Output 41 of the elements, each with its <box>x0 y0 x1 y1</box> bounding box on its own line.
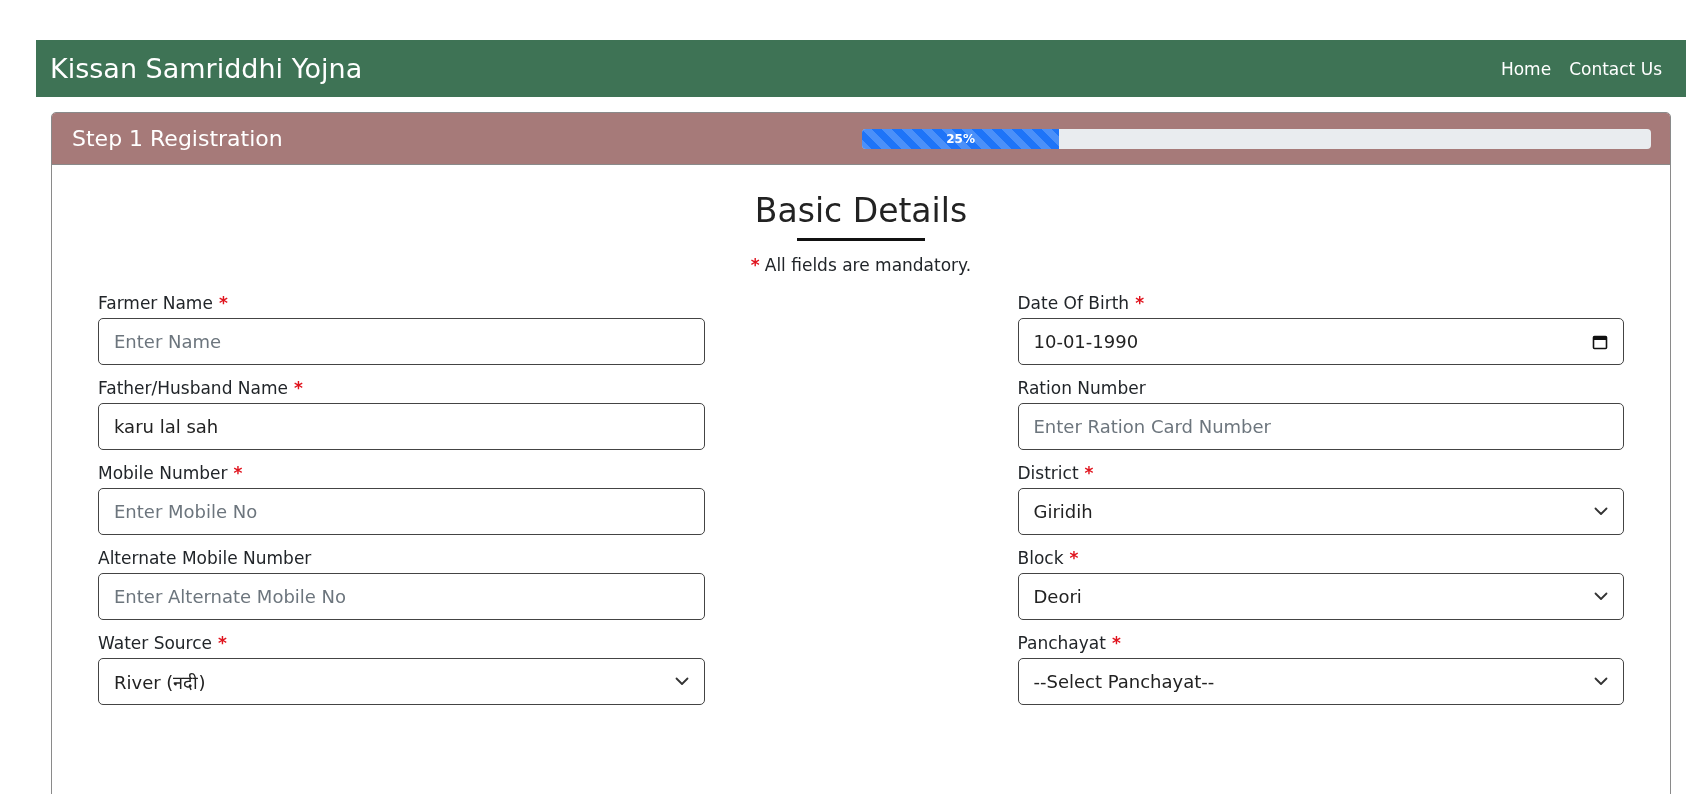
chevron-down-icon <box>674 677 689 686</box>
field-label: Mobile Number <box>98 463 228 483</box>
chevron-down-icon <box>1594 677 1608 686</box>
select-field[interactable]: Giridih <box>1017 488 1624 535</box>
field-label: Farmer Name <box>98 293 213 313</box>
nav-link[interactable]: Contact Us <box>1569 58 1662 79</box>
field-label: Block <box>1017 548 1064 568</box>
required-mark: * <box>233 463 243 483</box>
chevron-down-icon <box>1594 592 1608 601</box>
input-field[interactable]: Enter Mobile No <box>98 488 705 535</box>
required-mark: * <box>218 633 227 653</box>
field-label: Alternate Mobile Number <box>98 548 312 568</box>
input-field[interactable]: karu lal sah <box>98 403 705 450</box>
input-field[interactable]: Enter Name <box>98 318 705 365</box>
nav-link[interactable]: Home <box>1500 58 1552 79</box>
required-mark: * <box>1135 293 1144 313</box>
progress-label: 25% <box>946 131 975 146</box>
input-field[interactable]: Enter Alternate Mobile No <box>98 573 705 620</box>
notice-text: All fields are mandatory. <box>764 255 972 275</box>
required-mark: * <box>218 293 228 313</box>
field-label: Panchayat <box>1017 633 1106 653</box>
select-field[interactable]: --Select Panchayat-- <box>1017 658 1624 705</box>
required-mark: * <box>750 255 760 275</box>
input-field[interactable]: Enter Ration Card Number <box>1017 403 1624 450</box>
field-label: Father/Husband Name <box>98 378 288 398</box>
section-heading: Basic Details <box>754 191 968 230</box>
select-field[interactable]: Deori <box>1017 573 1624 620</box>
field-label: District <box>1017 463 1079 483</box>
required-mark: * <box>294 378 303 398</box>
date-field[interactable]: 10-01-1990 <box>1017 318 1624 365</box>
field-label: Date Of Birth <box>1017 293 1130 313</box>
chevron-down-icon <box>1594 507 1608 516</box>
required-mark: * <box>1111 633 1121 653</box>
card-title: Step 1 Registration <box>72 126 284 151</box>
field-label: Ration Number <box>1017 378 1146 398</box>
required-mark: * <box>1069 548 1079 568</box>
field-label: Water Source <box>98 633 213 653</box>
required-mark: * <box>1084 463 1094 483</box>
brand-title[interactable]: Kissan Samriddhi Yojna <box>50 53 363 84</box>
select-field[interactable]: River (नदी) <box>98 658 705 705</box>
calendar-icon[interactable] <box>1592 333 1608 350</box>
